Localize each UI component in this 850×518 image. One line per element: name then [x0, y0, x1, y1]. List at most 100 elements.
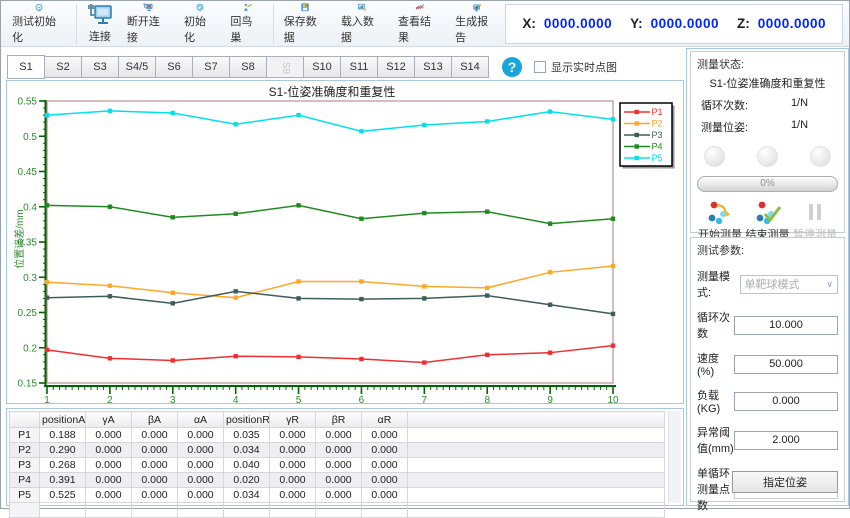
table-cell: 0.000 [132, 458, 178, 473]
results-table[interactable]: positionAγAβAαApositionRγRβRαRP10.1880.0… [9, 411, 665, 518]
svg-text:8: 8 [484, 395, 490, 403]
measure-pose-row: 测量位姿: 1/N [701, 119, 834, 135]
speed-input[interactable] [734, 355, 838, 374]
tab-s4-5[interactable]: S4/5 [118, 56, 156, 78]
svg-text:0.3: 0.3 [23, 273, 37, 284]
help-icon[interactable]: ? [502, 57, 522, 77]
table-cell: 0.000 [178, 458, 224, 473]
row-header-cell: P5 [10, 488, 40, 503]
checkbox-box[interactable] [534, 61, 546, 73]
start-measure-icon [705, 199, 735, 225]
save-data-button[interactable]: 保存数据 [277, 3, 334, 45]
refresh-icon [26, 3, 52, 12]
table-cell [408, 443, 665, 458]
table-header-row[interactable]: positionAγAβAαApositionRγRβRαR [10, 412, 665, 428]
tab-s3[interactable]: S3 [81, 56, 119, 78]
load-data-button[interactable]: 载入数据 [334, 3, 391, 45]
toolbar-button-label: 初始化 [184, 13, 216, 45]
floppy-save-icon [292, 3, 318, 12]
start-measure-button[interactable]: 开始测量 [698, 199, 742, 242]
status-lights [691, 141, 844, 167]
table-scrollbar[interactable] [668, 411, 681, 503]
table-row[interactable]: P40.3910.0000.0000.0000.0200.0000.0000.0… [10, 473, 665, 488]
table-cell: 0.000 [86, 443, 132, 458]
tab-s1[interactable]: S1 [7, 55, 45, 79]
table-cell [270, 503, 316, 518]
tab-s6[interactable]: S6 [155, 56, 193, 78]
table-cell: 0.000 [132, 428, 178, 443]
realtime-plot-checkbox[interactable]: 显示实时点图 [534, 59, 617, 75]
table-cell [132, 503, 178, 518]
z-label: Z: [737, 16, 750, 31]
right-panel: 测量状态: S1-位姿准确度和重复性 循环次数: 1/N 测量位姿: 1/N 0… [686, 48, 849, 506]
disconnect-icon [135, 3, 161, 12]
row-header-cell: P4 [10, 473, 40, 488]
measure-mode-dropdown[interactable]: 单靶球模式 ∨ [740, 275, 839, 294]
tab-s8[interactable]: S8 [229, 56, 267, 78]
tab-s14[interactable]: S14 [451, 56, 489, 78]
tab-s10[interactable]: S10 [303, 56, 341, 78]
table-cell: 0.000 [362, 443, 408, 458]
tab-bar: S1S2S3S4/5S6S7S8 S9 S10S11S12S13S14 ? 显示实时… [7, 55, 617, 79]
table-cell: 0.188 [40, 428, 86, 443]
table-row[interactable]: P30.2680.0000.0000.0000.0400.0000.0000.0… [10, 458, 665, 473]
coordinate-x: X: 0000.0000 [522, 16, 612, 31]
y-label: Y: [630, 16, 643, 31]
row-header-cell: P3 [10, 458, 40, 473]
table-cell: 0.000 [270, 473, 316, 488]
toolbar-button-label: 载入数据 [341, 13, 384, 45]
table-cell: 0.525 [40, 488, 86, 503]
table-row[interactable]: P10.1880.0000.0000.0000.0350.0000.0000.0… [10, 428, 665, 443]
table-cell: 0.000 [178, 488, 224, 503]
table-cell [408, 503, 665, 518]
load-field-row: 负载(KG) [697, 387, 838, 415]
table-cell: 0.000 [86, 488, 132, 503]
home-nest-button[interactable]: 回鸟巢 [223, 3, 269, 45]
cycle-count-field-row: 循环次数 [697, 309, 838, 341]
cycle-count-input[interactable] [734, 316, 838, 335]
table-cell [408, 428, 665, 443]
generate-report-button[interactable]: 生成报告 [448, 3, 505, 45]
tab-s12[interactable]: S12 [377, 56, 415, 78]
tab-s2[interactable]: S2 [44, 56, 82, 78]
status-light-3 [810, 146, 831, 167]
report-icon [464, 3, 490, 12]
measure-pose-value: 1/N [765, 119, 834, 135]
table-cell: 0.000 [178, 443, 224, 458]
speed-field-row: 速度(%) [697, 350, 838, 378]
table-cell: 0.268 [40, 458, 86, 473]
toolbar-button-label: 测试初始化 [12, 13, 66, 45]
stop-measure-button[interactable]: 结束测量 [746, 199, 790, 242]
initialize-button[interactable]: 初始化 [177, 3, 223, 45]
disconnect-button[interactable]: 断开连接 [120, 3, 177, 45]
threshold-input[interactable] [734, 431, 838, 450]
measure-status-group: 测量状态: S1-位姿准确度和重复性 循环次数: 1/N 测量位姿: 1/N 0… [690, 51, 845, 233]
tab-s9[interactable]: S9 [266, 56, 304, 78]
tab-s11[interactable]: S11 [340, 56, 378, 78]
table-cell: positionA [40, 412, 86, 428]
pause-measure-button[interactable]: 暂停测量 [793, 199, 837, 242]
svg-text:P1: P1 [652, 107, 663, 117]
cycle-count-value: 1/N [765, 97, 834, 113]
table-cell: 0.000 [270, 428, 316, 443]
load-input[interactable] [734, 392, 838, 411]
tab-label: S9 [275, 62, 295, 74]
test-init-button[interactable]: 测试初始化 [5, 3, 73, 45]
table-row[interactable]: P50.5250.0000.0000.0000.0340.0000.0000.0… [10, 488, 665, 503]
tab-s13[interactable]: S13 [414, 56, 452, 78]
params-group-title: 测试参数: [691, 238, 844, 259]
table-cell: 0.000 [362, 488, 408, 503]
refresh-icon [187, 3, 213, 12]
assign-pose-button[interactable]: 指定位姿 [732, 471, 838, 493]
view-results-button[interactable]: 查看结果 [391, 3, 448, 45]
connect-button[interactable]: 连接 [80, 3, 120, 45]
toolbar-button-label: 断开连接 [127, 13, 170, 45]
svg-text:P3: P3 [652, 130, 663, 140]
table-cell: γA [86, 412, 132, 428]
table-cell: 0.000 [270, 488, 316, 503]
table-corner-cell [10, 412, 40, 428]
table-row[interactable] [10, 503, 665, 518]
x-value: 0000.0000 [544, 16, 612, 31]
tab-s7[interactable]: S7 [192, 56, 230, 78]
table-row[interactable]: P20.2900.0000.0000.0000.0340.0000.0000.0… [10, 443, 665, 458]
